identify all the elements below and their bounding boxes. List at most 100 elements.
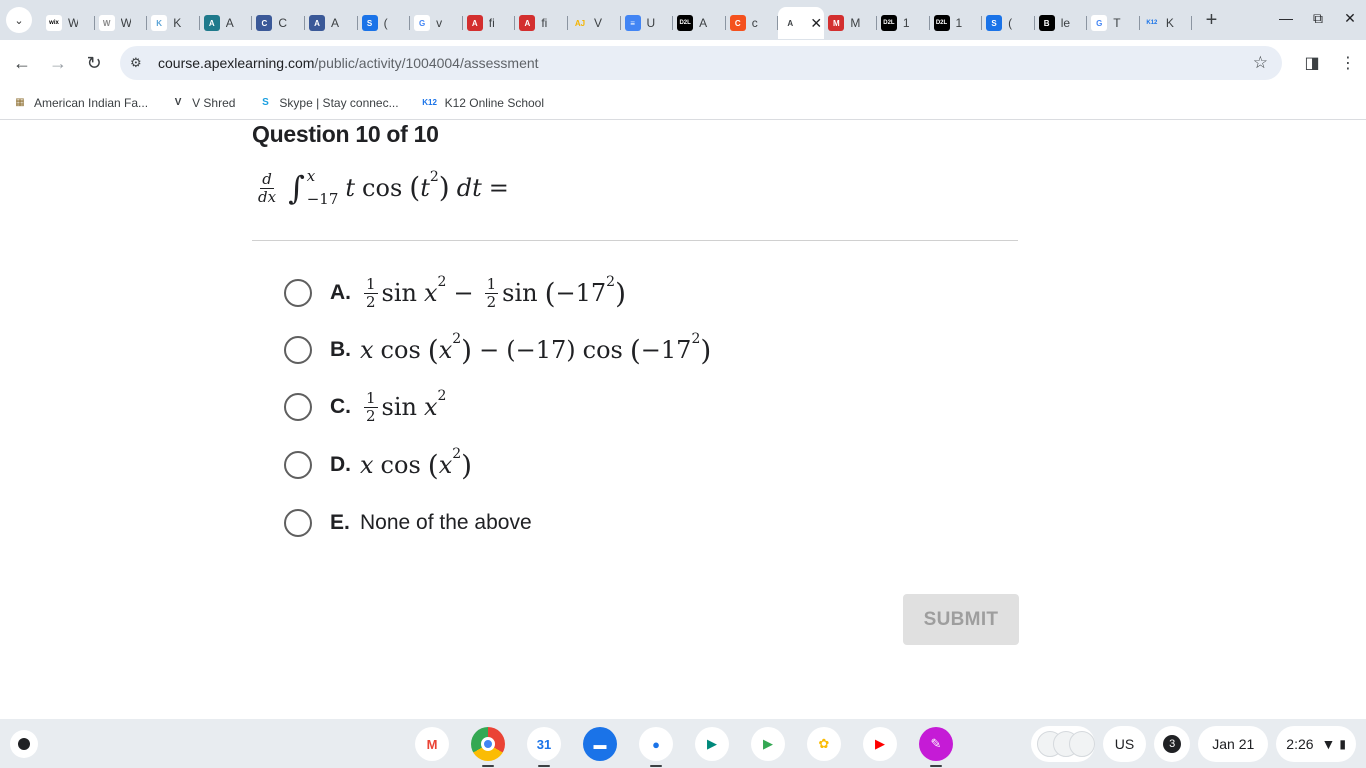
radio-e[interactable] — [284, 509, 312, 537]
choice-e[interactable]: E. None of the above — [284, 501, 884, 545]
tab-favicon-icon: AJ — [571, 15, 588, 31]
url-text[interactable]: course.apexlearning.com/public/activity/… — [158, 55, 539, 71]
choice-d[interactable]: D. x cos (x 2) — [284, 443, 884, 487]
choice-c[interactable]: C. 12 sin x2 — [284, 385, 884, 429]
choice-b-math: x cos (x 2) − (−17) cos (−17 2) — [360, 331, 712, 367]
browser-tab[interactable]: D2L 1 — [930, 7, 983, 39]
question-title: Question 10 of 10 — [252, 121, 439, 147]
browser-tab[interactable]: S( — [358, 7, 411, 39]
question-divider — [252, 240, 1018, 241]
browser-tab[interactable]: MM — [824, 7, 877, 39]
submit-button[interactable]: SUBMIT — [903, 594, 1019, 645]
side-panel-icon[interactable]: ◨ — [1294, 45, 1330, 81]
date-button[interactable]: Jan 21 — [1198, 726, 1269, 762]
reload-button[interactable]: ↻ — [76, 45, 112, 81]
bookmark-item[interactable]: V V Shred — [170, 95, 236, 111]
close-window-button[interactable]: ✕ — [1334, 10, 1366, 27]
chrome-app-icon[interactable] — [471, 727, 505, 767]
tab-favicon-icon: A — [466, 15, 483, 31]
browser-tab[interactable]: Afi — [463, 7, 516, 39]
youtube-app-icon[interactable]: ▶ — [863, 727, 897, 761]
tab-title: ( — [1008, 16, 1013, 30]
tab-title: fi — [488, 16, 495, 30]
integral: ∫ x −17 — [288, 167, 339, 208]
bookmark-item[interactable]: ▦ American Indian Fa... — [12, 95, 148, 111]
bookmark-item[interactable]: S Skype | Stay connec... — [257, 95, 399, 111]
photos-app-icon[interactable]: ✿ — [807, 727, 841, 761]
radio-d[interactable] — [284, 451, 312, 479]
bookmark-item[interactable]: K12 K12 Online School — [421, 95, 544, 111]
browser-toolbar: ← → ↻ ⚙ course.apexlearning.com/public/a… — [0, 40, 1366, 86]
radio-b[interactable] — [284, 336, 312, 364]
forward-button[interactable]: → — [40, 45, 76, 81]
notification-count: 3 — [1163, 735, 1182, 753]
choice-b[interactable]: B. x cos (x 2) − (−17) cos (−17 2) — [284, 328, 884, 372]
tab-favicon-icon: G — [414, 15, 431, 31]
browser-tab[interactable]: AA — [200, 7, 253, 39]
tab-title: le — [1060, 16, 1071, 30]
gmail-app-icon[interactable]: M — [415, 727, 449, 761]
minimize-button[interactable]: — — [1270, 10, 1302, 26]
status-area[interactable]: 2:26 ▼ ▮ — [1276, 726, 1356, 762]
ime-indicator[interactable]: US — [1102, 726, 1147, 762]
browser-tab[interactable]: Cc — [726, 7, 779, 39]
tab-title: M — [850, 16, 861, 30]
tote-button[interactable] — [1030, 726, 1095, 762]
bookmarks-bar: ▦ American Indian Fa... V V Shred S Skype | S… — [0, 86, 1366, 120]
meet-app-icon[interactable]: ▶ — [695, 727, 729, 761]
browser-tab[interactable]: Afi — [515, 7, 568, 39]
notification-button[interactable]: 3 — [1154, 726, 1191, 762]
tab-title: T — [1113, 16, 1121, 30]
browser-tab[interactable]: AA — [305, 7, 358, 39]
browser-tab[interactable]: K12 K — [1140, 7, 1193, 39]
browser-tab[interactable]: Ble — [1035, 7, 1088, 39]
browser-tab[interactable]: D2L 1 — [877, 7, 930, 39]
choice-e-text: None of the above — [360, 511, 532, 534]
close-tab-icon[interactable]: ✕ — [810, 15, 822, 32]
menu-icon[interactable]: ⋮ — [1330, 45, 1366, 81]
bookmark-star-icon[interactable]: ☆ — [1253, 53, 1268, 73]
tab-favicon-icon: A — [519, 15, 536, 31]
browser-tab[interactable]: Gv — [410, 7, 463, 39]
address-bar[interactable]: ⚙ course.apexlearning.com/public/activit… — [120, 46, 1282, 80]
tab-favicon-icon: wix — [46, 15, 62, 31]
arrow-right-icon: → — [49, 52, 67, 73]
launcher-icon — [18, 738, 30, 750]
browser-tab[interactable]: A ✕ — [778, 7, 825, 39]
browser-tab[interactable]: KK — [147, 7, 200, 39]
browser-tab[interactable]: D2L A — [673, 7, 726, 39]
browser-tab[interactable]: WW — [95, 7, 148, 39]
tab-title: W — [68, 16, 78, 30]
toolbar-right: ◨ ⋮ — [1294, 45, 1366, 81]
browser-tab[interactable]: S( — [982, 7, 1035, 39]
new-tab-button[interactable]: + — [1198, 7, 1224, 33]
choice-a[interactable]: A. 12 sin x2 − 12 sin (−17 2) — [284, 271, 884, 315]
system-tray: US 3 Jan 21 2:26 ▼ ▮ — [1030, 726, 1356, 762]
choice-d-math: x cos (x 2) — [360, 446, 473, 482]
tab-favicon-icon: S — [986, 15, 1003, 31]
bookmark-favicon-icon: ▦ — [15, 97, 25, 108]
tab-favicon-icon: K12 — [1143, 15, 1160, 31]
radio-c[interactable] — [284, 393, 312, 421]
browser-tab[interactable]: CC — [252, 7, 305, 39]
calendar-app-icon[interactable]: 31 — [527, 727, 561, 767]
tab-title: v — [436, 16, 443, 30]
restore-button[interactable]: ⧉ — [1302, 10, 1334, 27]
browser-tab[interactable]: wix W — [42, 7, 95, 39]
launcher-button[interactable] — [10, 730, 38, 758]
browser-tab[interactable]: ≡ U — [621, 7, 674, 39]
bookmark-label: K12 Online School — [444, 95, 545, 110]
browser-tab[interactable]: GT — [1087, 7, 1140, 39]
choice-a-math: 12 sin x2 − 12 sin (−17 2) — [364, 274, 627, 311]
site-info-icon[interactable]: ⚙ — [130, 55, 150, 71]
radio-a[interactable] — [284, 279, 312, 307]
files-app-icon[interactable]: ▬ — [583, 727, 617, 761]
page-content: Question 10 of 10 d dx ∫ x −17 t cos ( t… — [0, 121, 1366, 719]
canvas-app-icon[interactable]: ✎ — [919, 727, 953, 767]
back-button[interactable]: ← — [4, 45, 40, 81]
browser-tab[interactable]: AJ V — [568, 7, 621, 39]
messages-app-icon[interactable]: ● — [639, 727, 673, 767]
play-app-icon[interactable]: ▶ — [751, 727, 785, 761]
tab-search-button[interactable]: ⌄ — [6, 7, 32, 33]
tab-favicon-icon: B — [1038, 15, 1055, 31]
